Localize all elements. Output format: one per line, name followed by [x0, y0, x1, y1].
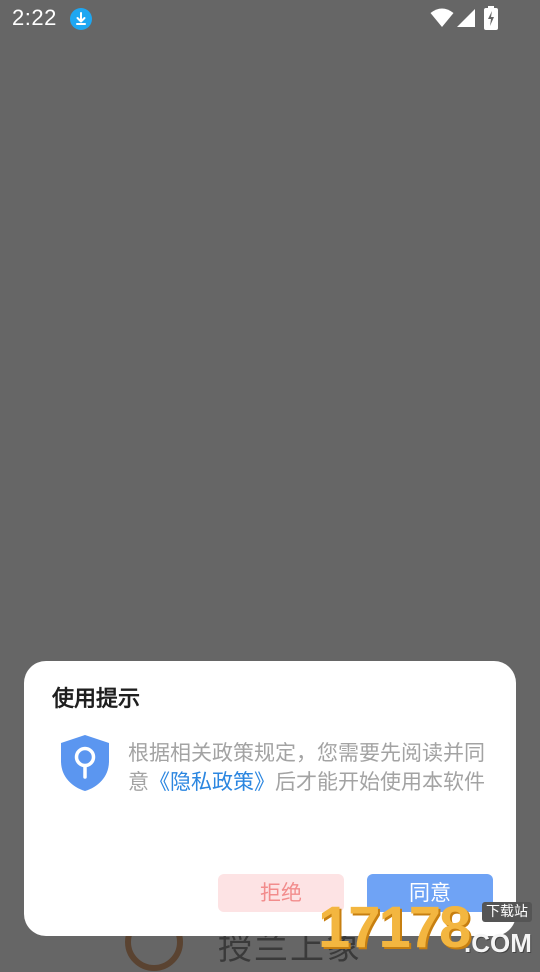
download-icon [70, 8, 92, 30]
shield-icon [61, 735, 109, 791]
wifi-icon [430, 8, 454, 27]
battery-charging-icon [484, 6, 498, 30]
watermark-badge: 下载站 [482, 902, 532, 922]
dialog-message: 根据相关政策规定，您需要先阅读并同意《隐私政策》后才能开始使用本软件 [128, 739, 488, 797]
watermark-suffix: .COM [464, 928, 532, 958]
message-text-end: 后才能开始使用本软件 [275, 770, 485, 794]
status-bar: 2:22 [0, 0, 540, 38]
signal-icon [457, 9, 475, 27]
watermark-number: 17178 [318, 895, 471, 960]
dialog-title: 使用提示 [52, 687, 141, 712]
privacy-policy-link[interactable]: 《隐私政策》 [149, 770, 275, 794]
site-watermark: 17178 .COM 下载站 [318, 896, 540, 960]
status-time: 2:22 [12, 5, 57, 30]
